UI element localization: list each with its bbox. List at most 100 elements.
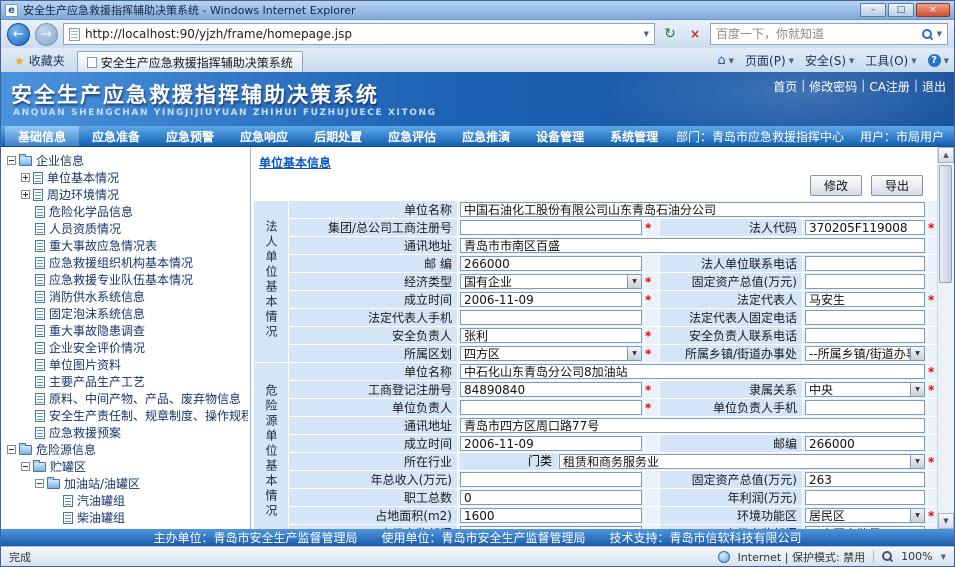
form-text-input[interactable] [805,220,925,235]
tree-item[interactable]: 企业信息 [3,152,248,169]
form-text-input[interactable] [460,490,642,505]
form-select[interactable]: --所属乡镇/街道办事处--▼ [805,346,925,361]
help-button[interactable]: ? ▼ [928,54,949,67]
form-text-input[interactable] [460,418,925,433]
home-button[interactable]: ⌂ ▼ [717,53,734,68]
form-text-input[interactable] [805,274,925,289]
tree-item[interactable]: 贮罐区 [3,458,248,475]
safety-menu-button[interactable]: 安全(S) ▼ [805,52,854,69]
form-text-input[interactable] [460,508,642,523]
form-select[interactable]: 租赁和商务服务业▼ [559,454,925,469]
nav-item[interactable]: 应急预警 [153,126,227,146]
nav-item[interactable]: 应急评估 [375,126,449,146]
nav-item[interactable]: 应急推演 [449,126,523,146]
address-field[interactable]: http://localhost:90/yjzh/frame/homepage.… [63,23,655,45]
search-icon[interactable] [922,29,933,40]
vertical-scrollbar[interactable]: ▲ ▼ [937,147,954,529]
tree-item[interactable]: 重大事故应急情况表 [3,237,248,254]
zoom-dropdown-icon[interactable]: ▼ [941,553,946,561]
tree-item[interactable]: 消防供水系统信息 [3,288,248,305]
nav-item[interactable]: 系统管理 [597,126,671,146]
back-button[interactable]: ← [7,23,30,46]
form-select[interactable]: 居民区▼ [805,508,925,523]
form-text-input[interactable] [460,292,642,307]
tree-item[interactable]: 危险化学品信息 [3,203,248,220]
nav-item[interactable]: 应急准备 [79,126,153,146]
form-text-input[interactable] [460,400,642,415]
scroll-up-icon[interactable]: ▲ [938,147,954,163]
forward-button[interactable]: → [35,23,58,46]
search-box[interactable]: ▼ [710,23,948,45]
scrollbar-track[interactable] [938,163,954,513]
form-select[interactable]: 中央▼ [805,382,925,397]
close-button[interactable]: × [916,3,950,17]
tree-item[interactable]: 应急救援预案 [3,424,248,441]
tree-item[interactable]: 单位图片资料 [3,356,248,373]
tree-item[interactable]: 危险源信息 [3,441,248,458]
header-link[interactable]: 退出 [922,78,946,95]
form-text-input[interactable] [460,310,642,325]
collapse-icon[interactable] [21,462,30,471]
export-button[interactable]: 导出 [871,175,923,196]
expand-icon[interactable] [21,190,30,199]
tools-menu-button[interactable]: 工具(O) ▼ [865,52,916,69]
form-text-input[interactable] [805,292,925,307]
expand-icon[interactable] [21,173,30,182]
tree-item[interactable]: 应急救援专业队伍基本情况 [3,271,248,288]
form-text-input[interactable] [460,436,642,451]
tree-item[interactable]: 加油站/油罐区 [3,475,248,492]
tree-item[interactable]: 主要产品生产工艺 [3,373,248,390]
favorites-button[interactable]: ★ 收藏夹 [6,50,73,72]
tree-item[interactable]: 安全生产责任制、规章制度、操作规程信息 [3,407,248,424]
header-link[interactable]: CA注册 [869,78,910,95]
form-text-input[interactable] [805,490,925,505]
form-text-input[interactable] [460,364,925,379]
header-link[interactable]: 修改密码 [809,78,857,95]
tree-item[interactable]: 重大事故隐患调查 [3,322,248,339]
modify-button[interactable]: 修改 [810,175,862,196]
form-text-input[interactable] [460,328,642,343]
tree-item[interactable]: 汽油罐组 [3,492,248,509]
maximize-button[interactable]: □ [888,3,914,17]
form-text-input[interactable] [460,472,642,487]
tree-item[interactable]: 人员资质情况 [3,220,248,237]
collapse-icon[interactable] [7,445,16,454]
refresh-button[interactable]: ↻ [660,24,680,44]
nav-item[interactable]: 后期处置 [301,126,375,146]
tree-item[interactable]: 单位基本情况 [3,169,248,186]
collapse-icon[interactable] [35,479,44,488]
form-text-input[interactable] [460,238,925,253]
page-menu-button[interactable]: 页面(P) ▼ [745,52,794,69]
form-text-input[interactable] [805,256,925,271]
nav-item[interactable]: 基础信息 [5,126,79,146]
form-text-input[interactable] [460,256,642,271]
scrollbar-thumb[interactable] [939,165,952,283]
header-link[interactable]: 首页 [773,78,797,95]
form-text-input[interactable] [460,202,925,217]
window-titlebar[interactable]: e 安全生产应急救援指挥辅助决策系统 - Windows Internet Ex… [1,1,954,20]
scroll-down-icon[interactable]: ▼ [938,513,954,529]
form-text-input[interactable] [805,328,925,343]
nav-item[interactable]: 应急响应 [227,126,301,146]
form-text-input[interactable] [460,220,642,235]
stop-button[interactable]: × [685,24,705,44]
collapse-icon[interactable] [7,156,16,165]
tree-item[interactable]: 原料、中间产物、产品、废弃物信息 [3,390,248,407]
form-text-input[interactable] [805,310,925,325]
tree-item[interactable]: 柴油罐组 [3,509,248,526]
form-select[interactable]: 国有企业▼ [460,274,642,289]
search-dropdown-icon[interactable]: ▼ [937,30,942,38]
address-history-dropdown-icon[interactable]: ▼ [644,30,649,38]
nav-item[interactable]: 设备管理 [523,126,597,146]
tree-item[interactable]: 固定泡沫系统信息 [3,305,248,322]
form-text-input[interactable] [805,400,925,415]
tree-item[interactable]: 企业安全评价情况 [3,339,248,356]
form-text-input[interactable] [805,472,925,487]
minimize-button[interactable]: – [860,3,886,17]
zoom-icon[interactable] [882,551,893,562]
tree-item[interactable]: 周边环境情况 [3,186,248,203]
form-text-input[interactable] [805,436,925,451]
form-text-input[interactable] [460,382,642,397]
browser-tab[interactable]: 安全生产应急救援指挥辅助决策系统 [77,51,303,72]
search-input[interactable] [716,27,918,41]
